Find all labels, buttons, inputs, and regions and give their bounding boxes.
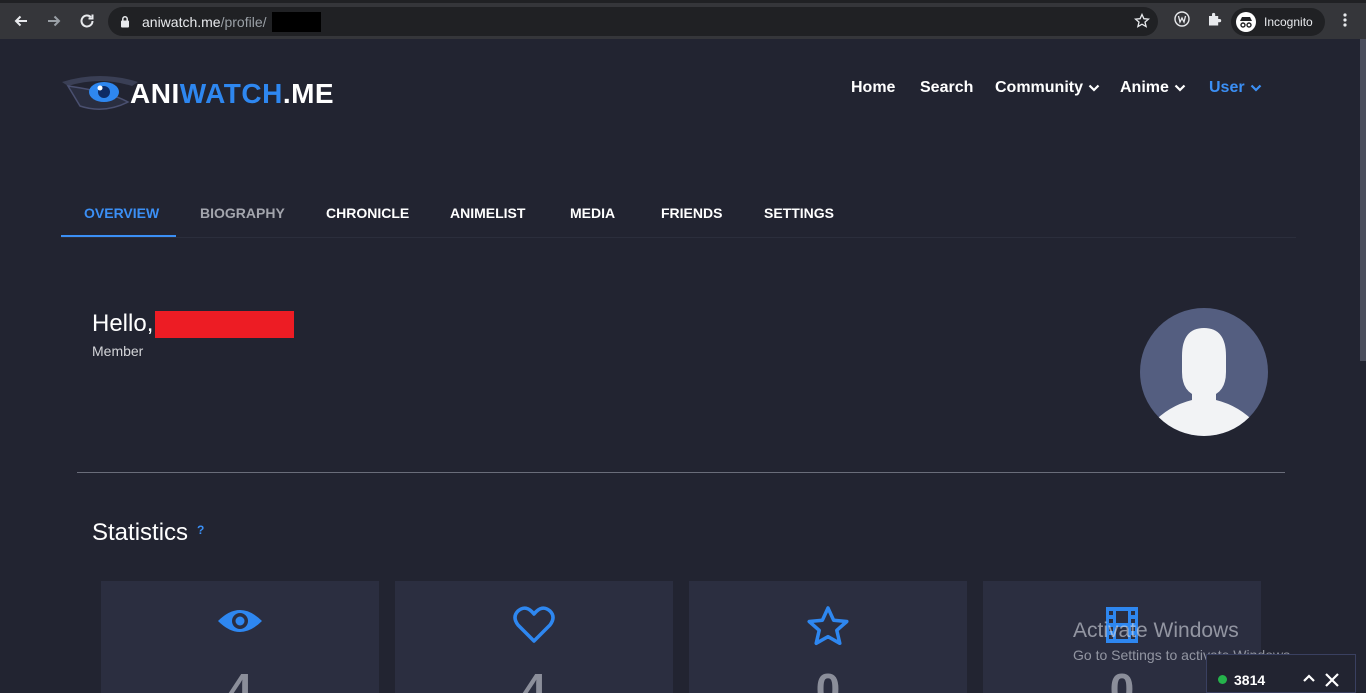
statistics-title: Statistics bbox=[92, 519, 189, 546]
online-counter-widget: 3814 bbox=[1206, 654, 1356, 693]
nav-search[interactable]: Search bbox=[920, 79, 973, 97]
stat-value: 0 bbox=[815, 665, 841, 693]
statistics-help-link[interactable]: ? bbox=[197, 523, 204, 537]
main-navigation: Home Search Community Anime User bbox=[0, 79, 1366, 99]
tab-animelist[interactable]: ANIMELIST bbox=[450, 205, 525, 221]
puzzle-icon[interactable] bbox=[1206, 11, 1223, 28]
section-divider bbox=[77, 472, 1285, 473]
tab-media[interactable]: MEDIA bbox=[570, 205, 615, 221]
tab-overview[interactable]: OVERVIEW bbox=[84, 205, 159, 221]
lock-icon bbox=[121, 16, 129, 28]
incognito-badge[interactable]: Incognito bbox=[1231, 8, 1325, 36]
reload-button[interactable] bbox=[74, 8, 100, 34]
stat-card-favorites: 4 bbox=[395, 581, 673, 693]
arrow-left-icon bbox=[14, 15, 27, 27]
heart-icon bbox=[513, 606, 555, 643]
active-tab-indicator bbox=[61, 235, 176, 237]
nav-community[interactable]: Community bbox=[995, 79, 1100, 97]
close-icon[interactable] bbox=[1324, 672, 1340, 688]
greeting: Hello, bbox=[92, 310, 154, 337]
reload-icon bbox=[80, 14, 94, 28]
online-status-dot bbox=[1218, 675, 1227, 684]
profile-tabs: OVERVIEW BIOGRAPHY CHRONICLE ANIMELIST M… bbox=[61, 200, 1296, 238]
arrow-right-icon bbox=[48, 15, 61, 27]
user-silhouette-icon bbox=[1152, 328, 1256, 436]
url-text: aniwatch.me/profile/ bbox=[142, 14, 267, 30]
address-bar[interactable]: aniwatch.me/profile/ bbox=[108, 7, 1158, 36]
bookmark-star-icon[interactable] bbox=[1134, 13, 1150, 29]
incognito-icon bbox=[1236, 12, 1256, 32]
stat-card-ratings: 0 bbox=[689, 581, 967, 693]
avatar[interactable] bbox=[1140, 308, 1268, 436]
star-icon bbox=[807, 606, 849, 646]
nav-home[interactable]: Home bbox=[851, 79, 895, 97]
nav-user[interactable]: User bbox=[1209, 79, 1262, 97]
url-redaction bbox=[272, 12, 321, 32]
username-redaction bbox=[155, 311, 294, 338]
tab-settings[interactable]: SETTINGS bbox=[764, 205, 834, 221]
chevron-down-icon bbox=[1250, 84, 1261, 92]
nav-anime[interactable]: Anime bbox=[1120, 79, 1186, 97]
online-count: 3814 bbox=[1234, 672, 1266, 688]
eye-icon bbox=[218, 610, 262, 632]
chevron-down-icon bbox=[1174, 84, 1186, 92]
forward-button[interactable] bbox=[41, 8, 67, 34]
browser-toolbar: aniwatch.me/profile/ Incognito bbox=[0, 0, 1366, 39]
tab-biography[interactable]: BIOGRAPHY bbox=[200, 205, 285, 221]
chevron-up-icon[interactable] bbox=[1302, 673, 1316, 683]
stat-value: 4 bbox=[227, 665, 253, 693]
url-domain: aniwatch.me bbox=[142, 14, 221, 30]
incognito-label: Incognito bbox=[1264, 15, 1313, 29]
stat-card-watched: 4 bbox=[101, 581, 379, 693]
url-path: /profile/ bbox=[220, 14, 267, 30]
kebab-menu-icon[interactable] bbox=[1337, 12, 1353, 28]
tab-friends[interactable]: FRIENDS bbox=[661, 205, 722, 221]
stat-value: 4 bbox=[521, 665, 547, 693]
extension-w-icon[interactable] bbox=[1174, 11, 1190, 27]
user-role: Member bbox=[92, 343, 144, 359]
back-button[interactable] bbox=[8, 8, 34, 34]
chevron-down-icon bbox=[1088, 84, 1100, 92]
tab-chronicle[interactable]: CHRONICLE bbox=[326, 205, 409, 221]
